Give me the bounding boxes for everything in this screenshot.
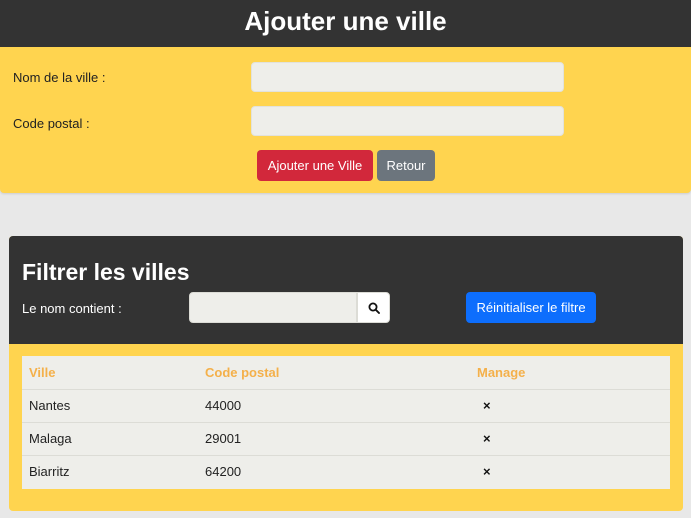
- reset-filter-button[interactable]: Réinitialiser le filtre: [466, 292, 596, 323]
- table-row: Malaga 29001 ×: [22, 422, 670, 456]
- page-title: Ajouter une ville: [244, 6, 447, 36]
- city-cell: Nantes: [22, 389, 198, 423]
- city-cell: Biarritz: [29, 464, 70, 480]
- postal-code-cell: 64200: [205, 464, 242, 480]
- search-icon: [368, 302, 380, 314]
- add-city-button[interactable]: Ajouter une Ville: [257, 150, 373, 181]
- manage-cell: ×: [470, 422, 670, 456]
- filter-header: Filtrer les villes Le nom contient : Réi…: [9, 236, 683, 344]
- add-city-header: Ajouter une ville: [0, 0, 691, 47]
- postal-code-cell: 44000: [198, 389, 470, 423]
- table-row: Biarritz 64200 ×: [22, 455, 670, 488]
- search-button[interactable]: [357, 292, 390, 323]
- column-header-manage: Manage: [470, 356, 670, 390]
- manage-cell: ×: [470, 389, 670, 423]
- manage-cell: ×: [470, 455, 670, 488]
- postal-code-label: Code postal :: [13, 116, 90, 131]
- name-contains-label: Le nom contient :: [22, 301, 122, 316]
- city-name-input[interactable]: [251, 62, 564, 92]
- postal-code-cell: 29001: [198, 422, 470, 456]
- column-header-city: Ville: [22, 356, 198, 390]
- cities-table: Ville Code postal Manage Nantes 44000 × …: [22, 356, 670, 489]
- filter-title: Filtrer les villes: [22, 259, 190, 285]
- city-name-label: Nom de la ville :: [13, 70, 106, 85]
- add-city-card: Ajouter une ville Nom de la ville : Code…: [0, 0, 691, 193]
- back-button[interactable]: Retour: [377, 150, 435, 181]
- filter-cities-card: Filtrer les villes Le nom contient : Réi…: [9, 236, 683, 511]
- close-icon[interactable]: ×: [483, 465, 491, 478]
- table-header-row: Ville Code postal Manage: [22, 356, 670, 390]
- postal-code-input[interactable]: [251, 106, 564, 136]
- table-row: Nantes 44000 ×: [22, 389, 670, 423]
- name-contains-input[interactable]: [189, 292, 357, 323]
- close-icon[interactable]: ×: [483, 399, 491, 412]
- close-icon[interactable]: ×: [483, 432, 491, 445]
- city-cell: Malaga: [22, 422, 198, 456]
- column-header-postal-code: Code postal: [198, 356, 470, 390]
